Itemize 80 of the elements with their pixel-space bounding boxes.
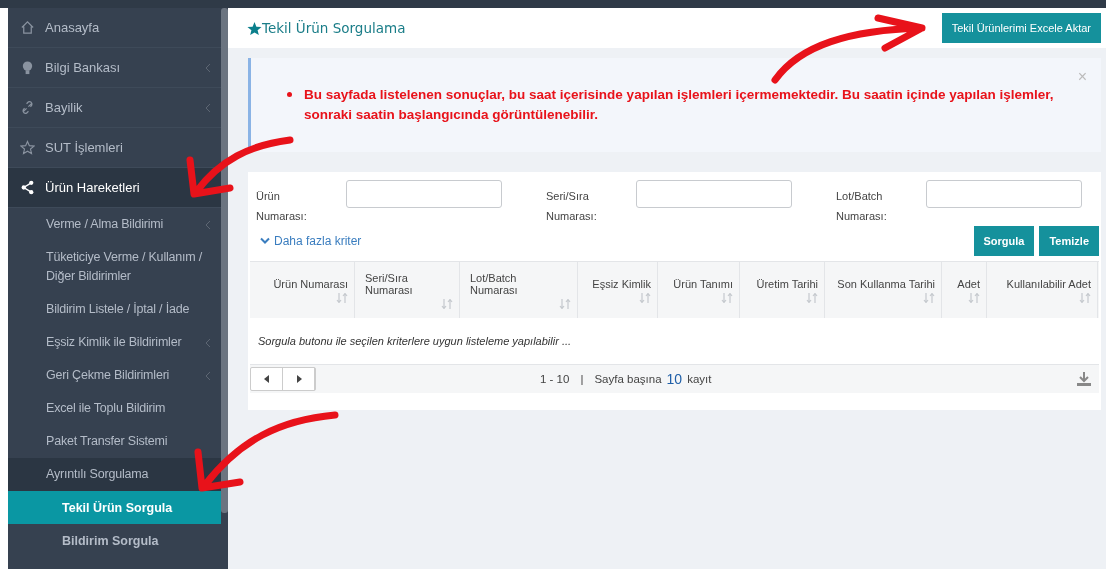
column-header[interactable]: Kullanılabilir Adet	[987, 262, 1098, 318]
sidebar-item[interactable]: Ürün Hareketleri	[8, 168, 221, 208]
sort-icon	[639, 292, 651, 303]
share-icon	[20, 180, 35, 195]
right-triangle-icon	[295, 375, 302, 383]
submenu-label: Bildirim Listele / İptal / İade	[46, 301, 191, 318]
field-label: Seri/Sıra Numarası:	[546, 189, 598, 224]
submenu-label: Tüketiciye Verme / Kullanım / Diğer Bildirimler	[46, 249, 204, 285]
more-criteria-link[interactable]: Daha fazla kriter	[260, 234, 362, 248]
column-header[interactable]: Son Kullanma Tarihi	[825, 262, 942, 318]
input-field[interactable]	[346, 180, 502, 208]
home-icon	[20, 20, 35, 35]
submenu-item[interactable]: Paket Transfer Sistemi	[8, 425, 221, 458]
input-field[interactable]	[926, 180, 1082, 208]
sidebar-label: Bilgi Bankası	[45, 60, 122, 75]
sort-icon	[1079, 292, 1091, 303]
submenu-item[interactable]: Eşsiz Kimlik ile Bildirimler	[8, 326, 221, 359]
column-header[interactable]: Üretim Tarihi	[740, 262, 825, 318]
submenu-label: Excel ile Toplu Bildirim	[46, 400, 167, 417]
submenu-item[interactable]: Tekil Ürün Sorgula	[8, 491, 221, 524]
submenu-label: Verme / Alma Bildirimi	[46, 216, 165, 233]
column-title: Lot/Batch Numarası	[469, 271, 519, 296]
column-header[interactable]: Eşsiz Kimlik	[578, 262, 658, 318]
column-header[interactable]: Adet	[942, 262, 987, 318]
submenu-label: Eşsiz Kimlik ile Bildirimler	[46, 334, 183, 351]
submenu-item[interactable]: Verme / Alma Bildirimi	[8, 208, 221, 241]
submenu-item[interactable]: Geri Çekme Bildirimleri	[8, 359, 221, 392]
submenu-item[interactable]: Ayrıntılı Sorgulama	[8, 458, 221, 491]
column-title: Son Kullanma Tarihi	[836, 277, 935, 290]
column-title: Ürün Numarası	[272, 277, 348, 290]
column-title: Kullanılabilir Adet	[1005, 277, 1091, 290]
download-icon[interactable]	[1077, 372, 1091, 386]
field-label: Ürün Numarası:	[256, 189, 308, 224]
submenu-item[interactable]: Bildirim Listele / İptal / İade	[8, 293, 221, 326]
star-icon	[20, 140, 35, 155]
bullet-icon	[287, 92, 292, 97]
scrollbar[interactable]	[221, 8, 228, 513]
submenu-label: Paket Transfer Sistemi	[46, 433, 169, 450]
per-page-label: Sayfa başına	[594, 373, 662, 385]
per-page-value[interactable]: 10	[666, 371, 683, 387]
column-title: Adet	[956, 277, 980, 290]
submenu-label: Geri Çekme Bildirimleri	[46, 367, 171, 384]
input-field[interactable]	[636, 180, 792, 208]
star-icon	[247, 20, 262, 36]
sidebar-label: Ürün Hareketleri	[45, 180, 141, 195]
column-title: Üretim Tarihi	[755, 277, 818, 290]
column-header[interactable]: Ürün Numarası	[250, 262, 355, 318]
sort-icon	[336, 292, 348, 303]
sidebar-label: Bayilik	[45, 100, 84, 115]
field-label: Lot/Batch Numarası:	[836, 189, 888, 224]
column-header[interactable]: Lot/Batch Numarası	[460, 262, 578, 318]
alert-message: Bu sayfada listelenen sonuçlar, bu saat içerisinde yapılan işlemleri içermemektedir. Bu saatin içinde yapılan işlemler, sonraki saatin başlangıcında görüntülenebilir.	[304, 86, 1055, 124]
separator: |	[580, 373, 584, 385]
lightbulb-icon	[20, 60, 35, 75]
column-header[interactable]: Ürün Tanımı	[658, 262, 740, 318]
clear-button[interactable]: Temizle	[1039, 226, 1099, 256]
submenu-item[interactable]: Tüketiciye Verme / Kullanım / Diğer Bildirimler	[8, 241, 221, 293]
page-title: Tekil Ürün Sorgulama	[262, 20, 406, 36]
sort-icon	[923, 292, 935, 303]
sidebar-label: Anasayfa	[45, 20, 101, 35]
column-header[interactable]: Seri/Sıra Numarası	[355, 262, 460, 318]
sidebar-label: SUT İşlemleri	[45, 140, 124, 155]
export-button[interactable]: Tekil Ürünlerimi Excele Aktar	[941, 13, 1101, 43]
column-title: Eşsiz Kimlik	[591, 277, 651, 290]
link-icon	[20, 100, 35, 115]
submenu-item[interactable]: Bildirim Sorgula	[8, 524, 221, 557]
chevron-down-icon	[260, 237, 270, 245]
sort-icon	[968, 292, 980, 303]
submenu-label: Ayrıntılı Sorgulama	[46, 466, 150, 483]
sort-icon	[559, 298, 571, 309]
sort-icon	[806, 292, 818, 303]
unit-label: kayıt	[687, 373, 712, 385]
page-range: 1 - 10	[540, 373, 570, 385]
submenu-item[interactable]: Excel ile Toplu Bildirim	[8, 392, 221, 425]
left-triangle-icon	[263, 375, 270, 383]
column-title: Ürün Tanımı	[672, 277, 733, 290]
sort-icon	[441, 298, 453, 309]
column-title: Seri/Sıra Numarası	[364, 271, 414, 296]
sort-icon	[721, 292, 733, 303]
query-button[interactable]: Sorgula	[973, 226, 1035, 256]
